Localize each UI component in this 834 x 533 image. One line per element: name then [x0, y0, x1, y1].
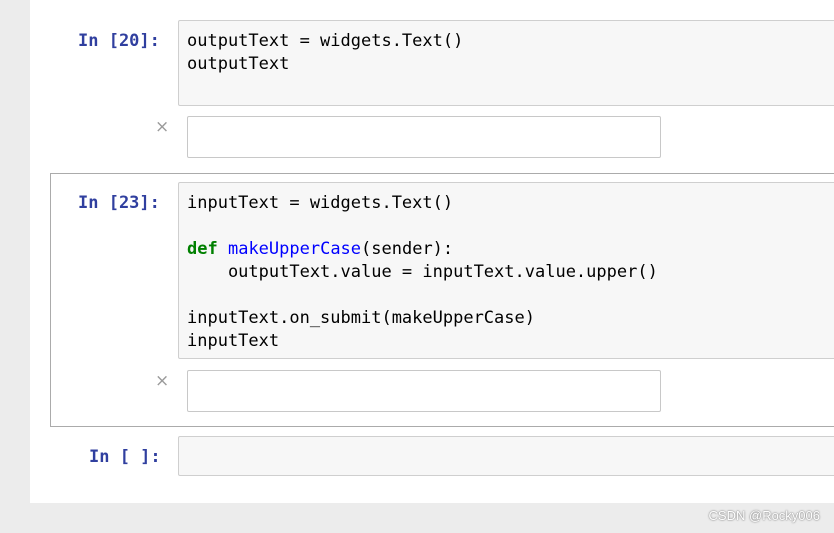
code-editor[interactable]: inputText = widgets.Text() def makeUpper… — [187, 192, 658, 353]
code-line: inputText.on_submit(makeUpperCase) — [187, 308, 535, 328]
code-input-area[interactable] — [178, 436, 834, 476]
input-text-widget[interactable] — [187, 370, 661, 412]
close-output-icon[interactable]: × — [155, 119, 169, 136]
code-cell-empty[interactable]: In [ ]: — [0, 434, 834, 479]
cell-prompt: In [ ]: — [89, 447, 161, 467]
cell-prompt: In [23]: — [78, 193, 160, 213]
code-cell-23[interactable]: In [23]: inputText = widgets.Text() def … — [0, 173, 834, 427]
code-editor[interactable]: outputText = widgets.Text() outputText — [187, 30, 463, 76]
function-signature: (sender): — [361, 239, 454, 259]
code-line: outputText.value = inputText.value.upper… — [187, 262, 658, 282]
output-text-widget[interactable] — [187, 116, 661, 158]
code-line: inputText — [187, 331, 280, 351]
close-output-icon[interactable]: × — [155, 373, 169, 390]
code-input-area[interactable]: outputText = widgets.Text() outputText — [178, 20, 834, 106]
code-input-area[interactable]: inputText = widgets.Text() def makeUpper… — [178, 182, 834, 359]
function-name: makeUpperCase — [227, 239, 362, 259]
cell-prompt: In [20]: — [78, 31, 160, 51]
code-line: outputText — [187, 54, 290, 74]
def-keyword: def — [187, 239, 218, 259]
watermark: CSDN @Rocky006 — [708, 508, 820, 523]
code-line: outputText = widgets.Text() — [187, 31, 464, 51]
code-line: inputText = widgets.Text() — [187, 193, 454, 213]
code-cell-20[interactable]: In [20]: outputText = widgets.Text() out… — [0, 0, 834, 165]
